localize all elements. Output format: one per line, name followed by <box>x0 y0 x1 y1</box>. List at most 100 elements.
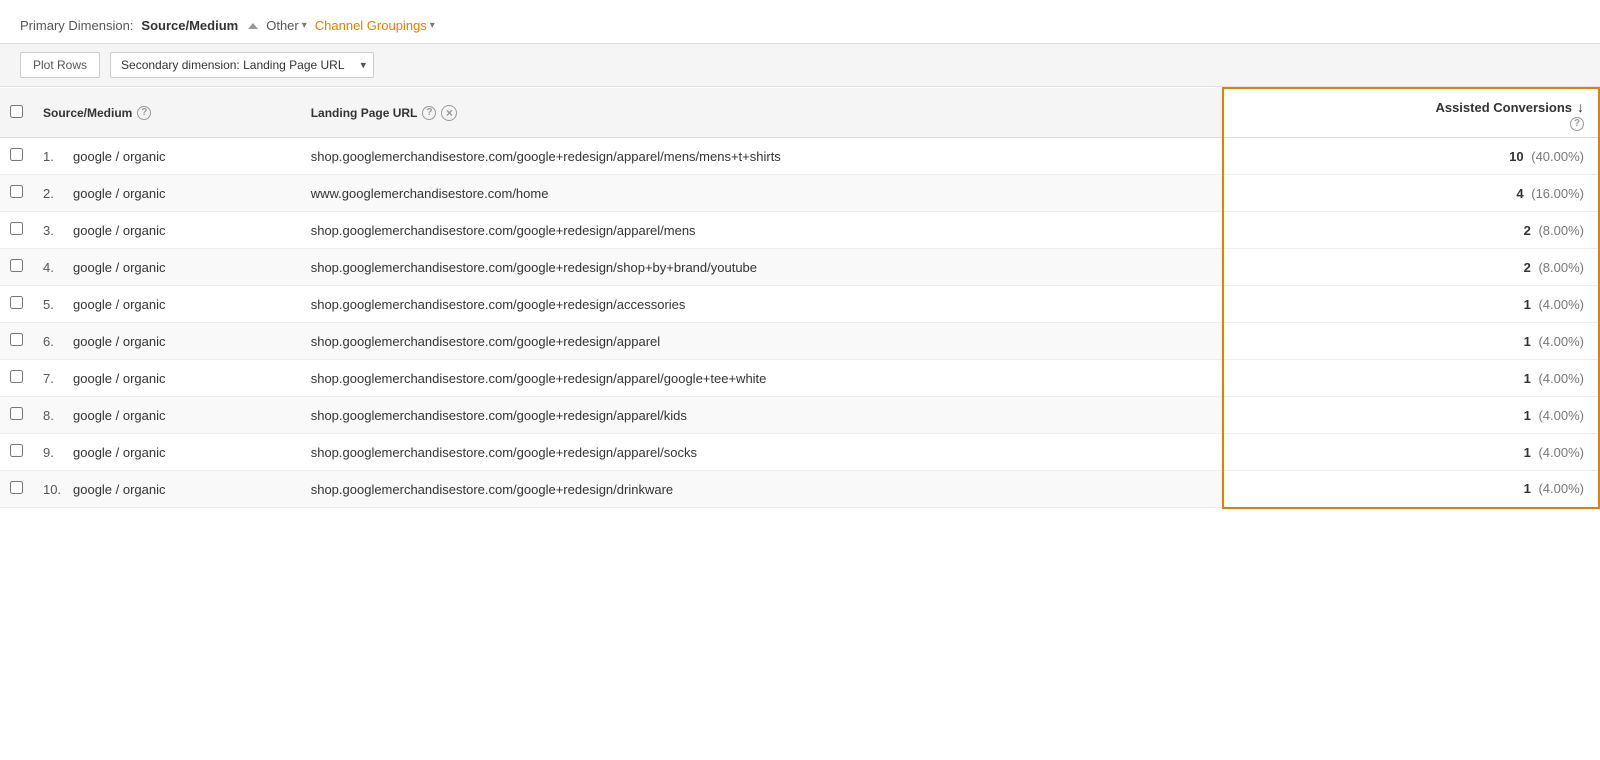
source-medium-cell: 4. google / organic <box>33 249 301 286</box>
table-row: 3. google / organic shop.googlemerchandi… <box>0 212 1599 249</box>
row-number: 3. <box>43 223 63 238</box>
assisted-conversions-cell: 1 (4.00%) <box>1223 434 1599 471</box>
row-checkbox[interactable] <box>10 333 23 346</box>
data-table: Source/Medium ? Landing Page URL ? × Ass… <box>0 87 1600 509</box>
landing-page-close-icon[interactable]: × <box>441 105 457 121</box>
assisted-sort-arrow-icon[interactable]: ↓ <box>1577 99 1584 115</box>
assisted-number: 1 <box>1524 371 1531 386</box>
row-checkbox-cell <box>0 323 33 360</box>
header-checkbox-cell <box>0 88 33 138</box>
source-medium-value: google / organic <box>73 408 166 423</box>
assisted-percentage: (8.00%) <box>1538 223 1584 238</box>
row-checkbox[interactable] <box>10 370 23 383</box>
row-checkbox[interactable] <box>10 444 23 457</box>
source-medium-header: Source/Medium ? <box>33 88 301 138</box>
row-checkbox[interactable] <box>10 148 23 161</box>
landing-page-help-icon[interactable]: ? <box>422 106 436 120</box>
source-medium-value: google / organic <box>73 260 166 275</box>
landing-page-cell: shop.googlemerchandisestore.com/google+r… <box>301 212 1224 249</box>
assisted-percentage: (4.00%) <box>1538 334 1584 349</box>
other-dimension[interactable]: Other ▾ <box>266 18 307 33</box>
assisted-conversions-cell: 10 (40.00%) <box>1223 138 1599 175</box>
source-medium-value: google / organic <box>73 482 166 497</box>
sort-triangle-icon <box>248 23 258 29</box>
source-medium-cell: 8. google / organic <box>33 397 301 434</box>
row-checkbox-cell <box>0 397 33 434</box>
assisted-number: 1 <box>1524 408 1531 423</box>
assisted-conversions-cell: 2 (8.00%) <box>1223 249 1599 286</box>
assisted-number: 1 <box>1524 445 1531 460</box>
table-body: 1. google / organic shop.googlemerchandi… <box>0 138 1599 508</box>
source-medium-dimension[interactable]: Source/Medium <box>141 18 238 33</box>
assisted-number: 4 <box>1516 186 1523 201</box>
other-chevron-icon: ▾ <box>302 20 307 31</box>
row-checkbox[interactable] <box>10 481 23 494</box>
source-medium-value: google / organic <box>73 223 166 238</box>
landing-page-header-label: Landing Page URL <box>311 106 418 120</box>
assisted-conversions-header-label: Assisted Conversions <box>1435 100 1572 115</box>
assisted-conversions-cell: 1 (4.00%) <box>1223 397 1599 434</box>
landing-page-header: Landing Page URL ? × <box>301 88 1224 138</box>
table-row: 4. google / organic shop.googlemerchandi… <box>0 249 1599 286</box>
assisted-conversions-cell: 1 (4.00%) <box>1223 286 1599 323</box>
landing-page-cell: shop.googlemerchandisestore.com/google+r… <box>301 286 1224 323</box>
assisted-number: 1 <box>1524 481 1531 496</box>
assisted-number: 10 <box>1509 149 1523 164</box>
assisted-percentage: (4.00%) <box>1538 297 1584 312</box>
row-checkbox[interactable] <box>10 185 23 198</box>
row-number: 9. <box>43 445 63 460</box>
row-checkbox-cell <box>0 212 33 249</box>
landing-page-cell: shop.googlemerchandisestore.com/google+r… <box>301 471 1224 508</box>
assisted-help-icon[interactable]: ? <box>1570 117 1584 131</box>
channel-groupings-dimension[interactable]: Channel Groupings ▾ <box>315 18 435 33</box>
table-header-row: Source/Medium ? Landing Page URL ? × Ass… <box>0 88 1599 138</box>
row-checkbox[interactable] <box>10 222 23 235</box>
assisted-number: 1 <box>1524 297 1531 312</box>
row-checkbox[interactable] <box>10 407 23 420</box>
source-medium-cell: 5. google / organic <box>33 286 301 323</box>
assisted-number: 1 <box>1524 334 1531 349</box>
source-medium-header-label: Source/Medium <box>43 106 132 120</box>
assisted-conversions-cell: 2 (8.00%) <box>1223 212 1599 249</box>
data-table-container: Source/Medium ? Landing Page URL ? × Ass… <box>0 87 1600 509</box>
channel-chevron-icon: ▾ <box>430 20 435 31</box>
plot-rows-button[interactable]: Plot Rows <box>20 52 100 78</box>
table-row: 10. google / organic shop.googlemerchand… <box>0 471 1599 508</box>
assisted-number: 2 <box>1524 223 1531 238</box>
row-number: 8. <box>43 408 63 423</box>
assisted-percentage: (8.00%) <box>1538 260 1584 275</box>
source-medium-cell: 2. google / organic <box>33 175 301 212</box>
landing-page-cell: shop.googlemerchandisestore.com/google+r… <box>301 249 1224 286</box>
row-number: 2. <box>43 186 63 201</box>
table-row: 7. google / organic shop.googlemerchandi… <box>0 360 1599 397</box>
assisted-conversions-cell: 1 (4.00%) <box>1223 471 1599 508</box>
secondary-dimension-select[interactable]: Secondary dimension: Landing Page URL <box>110 52 374 78</box>
table-row: 8. google / organic shop.googlemerchandi… <box>0 397 1599 434</box>
row-number: 7. <box>43 371 63 386</box>
assisted-conversions-cell: 4 (16.00%) <box>1223 175 1599 212</box>
row-checkbox-cell <box>0 286 33 323</box>
landing-page-cell: shop.googlemerchandisestore.com/google+r… <box>301 434 1224 471</box>
source-medium-value: google / organic <box>73 149 166 164</box>
table-row: 6. google / organic shop.googlemerchandi… <box>0 323 1599 360</box>
source-medium-cell: 10. google / organic <box>33 471 301 508</box>
landing-page-cell: shop.googlemerchandisestore.com/google+r… <box>301 397 1224 434</box>
table-row: 5. google / organic shop.googlemerchandi… <box>0 286 1599 323</box>
source-medium-value: google / organic <box>73 334 166 349</box>
row-checkbox[interactable] <box>10 259 23 272</box>
row-checkbox-cell <box>0 434 33 471</box>
row-number: 6. <box>43 334 63 349</box>
assisted-conversions-cell: 1 (4.00%) <box>1223 323 1599 360</box>
select-all-checkbox[interactable] <box>10 105 23 118</box>
row-checkbox[interactable] <box>10 296 23 309</box>
row-number: 1. <box>43 149 63 164</box>
assisted-percentage: (16.00%) <box>1531 186 1584 201</box>
source-medium-help-icon[interactable]: ? <box>137 106 151 120</box>
assisted-conversions-cell: 1 (4.00%) <box>1223 360 1599 397</box>
source-medium-cell: 6. google / organic <box>33 323 301 360</box>
landing-page-cell: shop.googlemerchandisestore.com/google+r… <box>301 323 1224 360</box>
table-row: 2. google / organic www.googlemerchandis… <box>0 175 1599 212</box>
source-medium-cell: 1. google / organic <box>33 138 301 175</box>
secondary-dimension-wrapper[interactable]: Secondary dimension: Landing Page URL <box>110 52 374 78</box>
source-medium-value: google / organic <box>73 186 166 201</box>
